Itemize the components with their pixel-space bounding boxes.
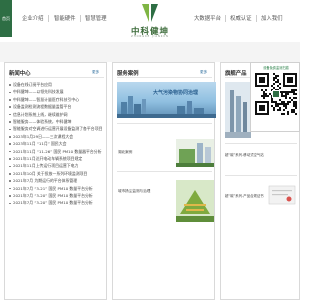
news-item[interactable]: 智能服务——体验系统，中科健坤 [13, 119, 105, 125]
news-bullet-icon [9, 113, 11, 116]
brand-subtitle: ZHONGKE JIANKUN [131, 35, 169, 38]
products-title: 旗舰产品 [225, 71, 247, 77]
nav-join-us[interactable]: 加入我们 [261, 14, 283, 22]
news-item[interactable]: 信息计划系统上线，继续维护网 [13, 112, 105, 118]
news-more-link[interactable]: 更多 [92, 70, 99, 75]
news-bullet-icon [9, 202, 11, 205]
nav-home[interactable]: 首页 [0, 0, 12, 37]
header-strip [0, 42, 300, 62]
news-bullet-icon [9, 136, 11, 138]
product-item-label[interactable]: 超“碳”系列-移动式空气站 [225, 152, 264, 157]
nav-smart-hardware[interactable]: 智能硬件 [54, 14, 76, 22]
product-item-label[interactable]: 超“碳”系列-产品合规证书 [225, 193, 264, 198]
news-item[interactable]: 2021年7月 “3-21” 国民 PM10 数量平台分析 [13, 186, 105, 192]
product-certificate-image[interactable] [267, 184, 297, 206]
news-bullet-icon [9, 195, 11, 197]
news-item[interactable]: 智能服务对空调进行运营开展设备监测了各平台项目 [13, 126, 105, 132]
news-item[interactable]: 设备监测检测流程数据量监管平台 [13, 104, 105, 110]
panel-divider [225, 175, 297, 176]
nav-smart-management[interactable]: 智慧管理 [85, 14, 107, 22]
case-field-image[interactable] [176, 180, 214, 222]
nav-company-intro[interactable]: 企业介绍 [22, 14, 44, 22]
news-bullet-icon [9, 91, 11, 94]
nav-separator [256, 15, 257, 22]
nav-separator [225, 15, 226, 22]
news-item[interactable]: 设备在线订阅平台应用 [13, 82, 105, 88]
news-bullet-icon [9, 180, 11, 182]
news-item[interactable]: 2021年7月 “3-20” 国民 PM10 数量平台分析 [13, 200, 105, 206]
case-plant-image[interactable] [176, 139, 214, 167]
news-bullet-icon [9, 121, 11, 123]
top-header: 首页 企业介绍 智能硬件 智慧管理 中科健坤 ZHONGKE JIANKUN 大… [0, 0, 300, 40]
qr-code-icon [255, 73, 297, 115]
nav-separator [48, 15, 49, 22]
cityscape-icon [117, 96, 216, 118]
news-bullet-icon [9, 150, 11, 153]
nav-separator [80, 15, 81, 22]
news-bullet-icon [9, 173, 11, 175]
news-item[interactable]: 2021年10月 关于投放一系列环境监测项目 [13, 171, 105, 177]
panel-divider [117, 77, 212, 78]
case-item-label[interactable]: 湖北案例 [118, 150, 132, 155]
cases-banner-image[interactable]: 大气污染物协同治理 [117, 82, 216, 118]
news-bullet-icon [9, 158, 11, 160]
news-item[interactable]: 2023年1月29日——三次课程大会 [13, 134, 105, 140]
panel-divider [9, 77, 104, 78]
cases-panel: 服务案例 更多 大气污染物协同治理 湖北案例 城市扬尘监测与治理 [112, 62, 216, 300]
case-item-label[interactable]: 城市扬尘监测与治理 [118, 189, 150, 194]
news-bullet-icon [9, 128, 11, 131]
news-bullet-icon [9, 84, 11, 86]
cases-title: 服务案例 [117, 71, 139, 77]
news-item[interactable]: 2021年11月上传运行项目运营下电力 [13, 163, 105, 169]
cases-banner-text: 大气污染物协同治理 [153, 90, 199, 96]
news-panel: 新闻中心 更多 设备在线订阅平台应用 中科健坤——以领先科技发展 中科健坤——智慧计… [4, 62, 107, 300]
cases-more-link[interactable]: 更多 [200, 70, 207, 75]
qr-caption: 设备免费监测扫描 [263, 66, 289, 70]
panel-divider [225, 143, 297, 144]
news-item[interactable]: 中科健坤——智慧计量医疗科技引中心 [13, 97, 105, 103]
news-bullet-icon [9, 106, 11, 108]
panel-divider [117, 123, 212, 124]
product-tower-image[interactable] [225, 82, 251, 138]
news-item[interactable]: 2021年7月 “3-20” 国民 PM10 数量平台分析 [13, 193, 105, 199]
news-item[interactable]: 2023年11月 “11月” 国民大会 [13, 141, 105, 147]
news-item[interactable]: 2021年11月 “11-26” 国民 PM10 数量器平台分析 [13, 149, 105, 155]
panel-divider [225, 77, 251, 78]
panel-divider [117, 171, 212, 172]
news-item[interactable]: 2021年11月达开电动车辆系统项目规定 [13, 156, 105, 162]
news-bullet-icon [9, 99, 11, 101]
qr-code-box[interactable]: 设备免费监测扫描 [250, 62, 300, 132]
news-title: 新闻中心 [9, 71, 31, 77]
nav-certification[interactable]: 权威认证 [230, 14, 252, 22]
news-item[interactable]: 中科健坤——以领先科技发展 [13, 89, 105, 95]
news-bullet-icon [9, 143, 11, 145]
news-bullet-icon [9, 187, 11, 190]
brand-logo-icon [142, 4, 158, 22]
news-item[interactable]: 2021年7月 为期运行的平台体系管理 [13, 178, 105, 184]
nav-big-data[interactable]: 大数据平台 [194, 14, 221, 22]
news-bullet-icon [9, 165, 11, 168]
